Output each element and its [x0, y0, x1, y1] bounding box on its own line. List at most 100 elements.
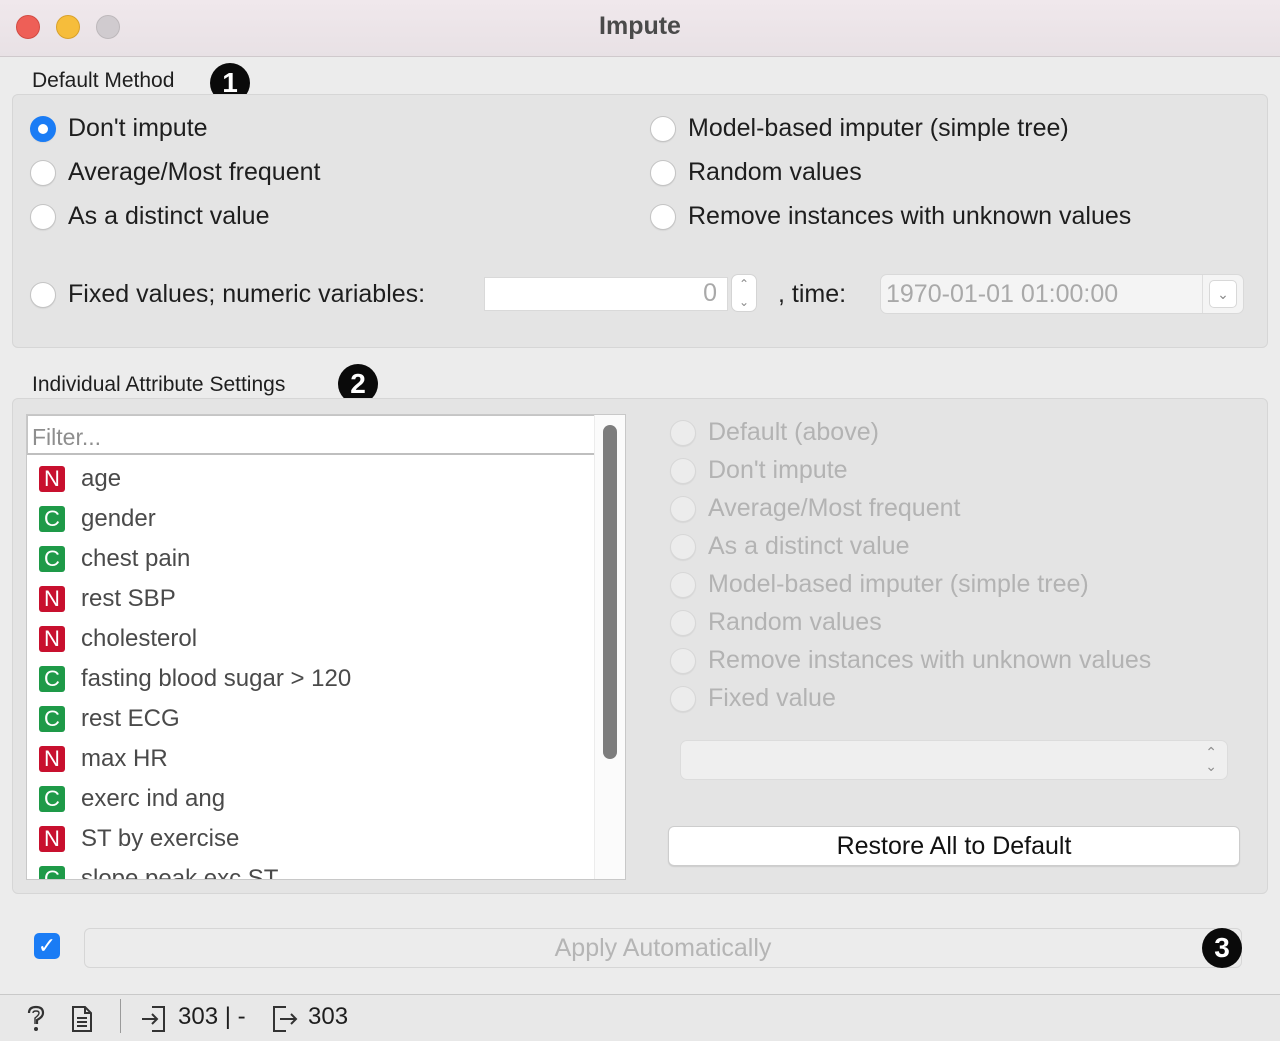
radio-label: As a distinct value [708, 532, 910, 560]
attribute-name: fasting blood sugar > 120 [81, 665, 352, 692]
radio-dont-impute[interactable]: Don't impute [30, 114, 208, 143]
radio-button[interactable] [670, 571, 696, 598]
radio-button[interactable] [650, 203, 676, 230]
input-count: 303 | - [178, 1003, 246, 1030]
radio-label: Model-based imputer (simple tree) [708, 570, 1089, 598]
attribute-name: rest ECG [81, 705, 180, 732]
filter-input[interactable]: Filter... [27, 415, 595, 455]
numeric-type-icon: N [39, 826, 65, 852]
attribute-name: age [81, 465, 122, 492]
categorical-type-icon: C [39, 866, 65, 879]
scrollbar-thumb[interactable] [603, 425, 617, 759]
attribute-method-radio[interactable]: As a distinct value [670, 532, 910, 561]
categorical-type-icon: C [39, 706, 65, 732]
radio-fixed-values[interactable]: Fixed values; numeric variables: [30, 280, 425, 309]
radio-label: Default (above) [708, 418, 879, 446]
list-item[interactable]: Nrest SBP [39, 579, 176, 619]
radio-button[interactable] [670, 419, 696, 446]
list-item[interactable]: Crest ECG [39, 699, 180, 739]
attribute-method-radio[interactable]: Remove instances with unknown values [670, 646, 1151, 675]
radio-label: Random values [688, 158, 862, 186]
scrollbar[interactable] [594, 415, 625, 879]
radio-button[interactable] [650, 159, 676, 186]
title-bar: Impute [0, 0, 1280, 57]
radio-button-checked[interactable] [30, 115, 56, 142]
list-item[interactable]: Nmax HR [39, 739, 168, 779]
apply-button[interactable]: Apply Automatically [84, 928, 1242, 968]
window-title: Impute [599, 12, 681, 40]
attribute-name: ST by exercise [81, 825, 240, 852]
list-item[interactable]: Ncholesterol [39, 619, 197, 659]
radio-remove-instances[interactable]: Remove instances with unknown values [650, 202, 1131, 231]
radio-label: Don't impute [68, 114, 208, 142]
radio-label: Fixed value [708, 684, 836, 712]
chevron-up-icon[interactable]: ⌃ [739, 277, 749, 291]
chevron-down-icon[interactable]: ⌄ [739, 295, 749, 309]
default-method-label: Default Method [32, 69, 175, 92]
radio-button[interactable] [30, 159, 56, 186]
numeric-stepper[interactable]: ⌃ ⌄ [731, 274, 757, 312]
attribute-method-radio[interactable]: Default (above) [670, 418, 879, 447]
radio-label: Remove instances with unknown values [688, 202, 1132, 230]
categorical-type-icon: C [39, 666, 65, 692]
attribute-list[interactable]: Filter... Nage Cgender Cchest pain Nrest SB… [26, 414, 626, 880]
radio-button[interactable] [670, 647, 696, 674]
restore-all-button[interactable]: Restore All to Default [668, 826, 1240, 866]
status-bar: 303 | - 303 [0, 994, 1280, 1041]
document-icon[interactable] [70, 1005, 94, 1033]
list-item[interactable]: Cexerc ind ang [39, 779, 225, 819]
attribute-method-radio[interactable]: Random values [670, 608, 882, 637]
time-field-divider [1202, 275, 1203, 313]
radio-label: Remove instances with unknown values [708, 646, 1152, 674]
radio-label: Model-based imputer (simple tree) [688, 114, 1069, 142]
input-icon [142, 1006, 165, 1032]
radio-distinct[interactable]: As a distinct value [30, 202, 270, 231]
radio-button[interactable] [670, 685, 696, 712]
categorical-type-icon: C [39, 506, 65, 532]
list-item[interactable]: N ST by exercise [39, 819, 239, 859]
radio-button[interactable] [650, 115, 676, 142]
radio-button[interactable] [670, 533, 696, 560]
categorical-type-icon: C [39, 786, 65, 812]
attribute-method-radio[interactable]: Fixed value [670, 684, 836, 713]
fixed-value-combo[interactable]: ⌃ ⌄ [680, 740, 1228, 780]
radio-button[interactable] [30, 281, 56, 308]
list-item[interactable]: Cgender [39, 499, 156, 539]
list-item[interactable]: Nage [39, 459, 121, 499]
radio-label: Average/Most frequent [708, 494, 961, 522]
numeric-type-icon: N [39, 586, 65, 612]
categorical-type-icon: C [39, 546, 65, 572]
radio-label: Fixed values; numeric variables: [68, 280, 426, 308]
radio-label: Average/Most frequent [68, 158, 321, 186]
attribute-method-radio[interactable]: Model-based imputer (simple tree) [670, 570, 1089, 599]
list-item[interactable]: Cslope peak exc ST [39, 859, 279, 880]
individual-settings-label: Individual Attribute Settings [32, 373, 286, 396]
radio-button[interactable] [30, 203, 56, 230]
radio-average[interactable]: Average/Most frequent [30, 158, 320, 187]
numeric-value: 0 [703, 279, 717, 307]
radio-label: As a distinct value [68, 202, 270, 230]
apply-automatically-checkbox[interactable]: ✓ [34, 933, 60, 959]
attribute-name: exerc ind ang [81, 785, 226, 812]
radio-model-based[interactable]: Model-based imputer (simple tree) [650, 114, 1069, 143]
chevron-down-icon[interactable]: ⌄ [1209, 280, 1237, 308]
numeric-type-icon: N [39, 626, 65, 652]
radio-button[interactable] [670, 609, 696, 636]
attribute-name: rest SBP [81, 585, 176, 612]
list-item[interactable]: Cfasting blood sugar > 120 [39, 659, 351, 699]
output-count: 303 [308, 1003, 349, 1030]
attribute-name: slope peak exc ST [81, 865, 279, 880]
radio-button[interactable] [670, 457, 696, 484]
help-icon[interactable] [24, 1005, 48, 1033]
attribute-method-radio[interactable]: Don't impute [670, 456, 848, 485]
time-field[interactable]: 1970-01-01 01:00:00 ⌄ [880, 274, 1244, 314]
numeric-value-field[interactable]: 0 [484, 277, 728, 311]
list-item[interactable]: Cchest pain [39, 539, 190, 579]
radio-label: Random values [708, 608, 882, 636]
output-icon [273, 1006, 298, 1032]
attribute-method-radio[interactable]: Average/Most frequent [670, 494, 960, 523]
up-down-arrows-icon: ⌃ ⌄ [1205, 744, 1217, 774]
numeric-type-icon: N [39, 466, 65, 492]
radio-random[interactable]: Random values [650, 158, 862, 187]
radio-button[interactable] [670, 495, 696, 522]
